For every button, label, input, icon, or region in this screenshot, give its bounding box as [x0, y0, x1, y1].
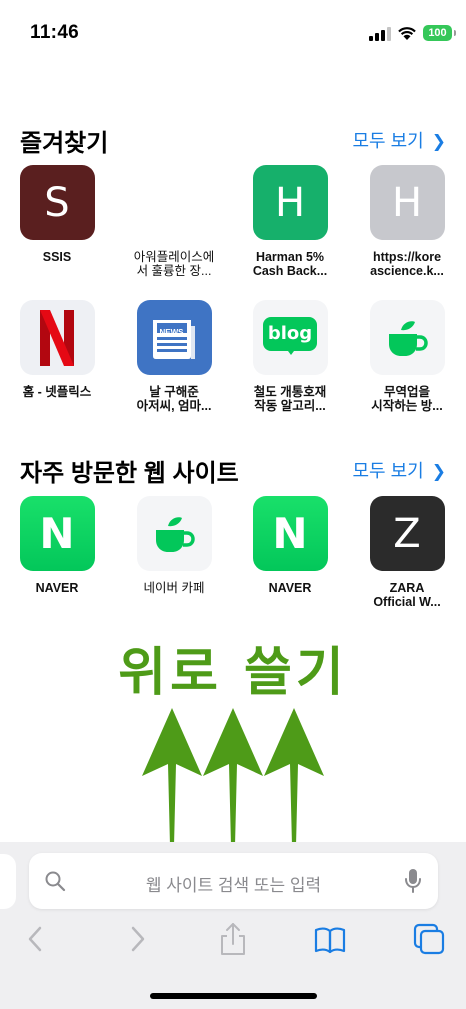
frequent-item-label: ZARA Official W... [373, 581, 441, 609]
favorite-item[interactable]: S SSIS [2, 165, 112, 264]
frequent-show-all-link[interactable]: 모두 보기 ❯ [353, 457, 447, 483]
home-indicator [150, 993, 317, 999]
cellular-signal-icon [369, 27, 391, 41]
netflix-icon [19, 300, 95, 375]
favorite-item-label: 날 구해준 아저씨, 엄마... [136, 385, 212, 413]
tabs-icon[interactable] [412, 922, 446, 956]
swipe-up-caption: 위로 쓸기 [118, 643, 348, 703]
naver-icon: N [252, 496, 328, 571]
cafe-cup-icon [136, 496, 212, 571]
frequent-item-label: NAVER [35, 581, 79, 595]
letter-h-icon: H [252, 165, 328, 240]
up-arrows-icon [142, 708, 324, 846]
naver-icon: N [19, 496, 95, 571]
favorite-item-label: SSIS [42, 250, 72, 264]
favorites-header: 즐겨찾기 모두 보기 ❯ [20, 123, 446, 159]
browser-bottom-bar: 웹 사이트 검색 또는 입력 [0, 842, 466, 1009]
favorites-show-all-link[interactable]: 모두 보기 ❯ [353, 127, 447, 153]
favorite-item-label: 무역업을 시작하는 방... [371, 385, 443, 413]
cafe-cup-icon [369, 300, 445, 375]
frequent-item[interactable]: 네이버 카페 [119, 496, 229, 595]
letter-s-icon: S [19, 165, 95, 240]
news-icon: NEWS [136, 300, 212, 375]
chevron-right-icon: ❯ [431, 132, 446, 151]
letter-h-icon: H [369, 165, 445, 240]
favorite-item-label: https://kore ascience.k... [370, 250, 444, 278]
search-input[interactable]: 웹 사이트 검색 또는 입력 [29, 871, 438, 896]
bookmarks-icon[interactable] [313, 922, 347, 956]
favorites-title: 즐겨찾기 [20, 130, 109, 157]
battery-indicator: 100 [423, 25, 456, 41]
favorite-item[interactable]: H Harman 5% Cash Back... [235, 165, 345, 278]
share-icon[interactable] [216, 922, 250, 956]
favorite-item[interactable]: 아워플레이스에 서 훌륭한 장... [119, 165, 229, 278]
favorite-item[interactable]: 홈 - 넷플릭스 [2, 300, 112, 399]
frequent-title: 자주 방문한 웹 사이트 [20, 460, 239, 487]
wifi-icon [398, 27, 416, 40]
favorite-item-label: 아워플레이스에 서 훌륭한 장... [133, 250, 215, 278]
microphone-icon[interactable] [404, 868, 422, 894]
chevron-right-icon: ❯ [431, 462, 446, 481]
favorite-item-label: 홈 - 넷플릭스 [22, 385, 92, 399]
status-bar: 11:46 100 [0, 0, 466, 66]
frequent-item-label: 네이버 카페 [143, 581, 205, 595]
favorite-item[interactable]: NEWS 날 구해준 아저씨, 엄마... [119, 300, 229, 413]
frequent-item[interactable]: N NAVER [2, 496, 112, 595]
blog-icon: blog [252, 300, 328, 375]
blank-icon [137, 165, 212, 240]
favorite-item-label: Harman 5% Cash Back... [252, 250, 328, 278]
frequent-item[interactable]: N NAVER [235, 496, 345, 595]
address-search-bar[interactable]: 웹 사이트 검색 또는 입력 [29, 853, 438, 909]
favorite-item[interactable]: H https://kore ascience.k... [352, 165, 462, 278]
previous-tab-preview[interactable] [0, 854, 16, 909]
favorite-item[interactable]: blog 철도 개통호재 작동 알고리... [235, 300, 345, 413]
letter-z-icon: Z [369, 496, 445, 571]
back-icon[interactable] [19, 922, 53, 956]
favorite-item[interactable]: 무역업을 시작하는 방... [352, 300, 462, 413]
favorite-item-label: 철도 개통호재 작동 알고리... [253, 385, 327, 413]
frequent-item-label: NAVER [268, 581, 312, 595]
status-time: 11:46 [30, 22, 80, 43]
frequent-header: 자주 방문한 웹 사이트 모두 보기 ❯ [20, 453, 446, 489]
forward-icon[interactable] [120, 922, 154, 956]
frequent-item[interactable]: Z ZARA Official W... [352, 496, 462, 609]
